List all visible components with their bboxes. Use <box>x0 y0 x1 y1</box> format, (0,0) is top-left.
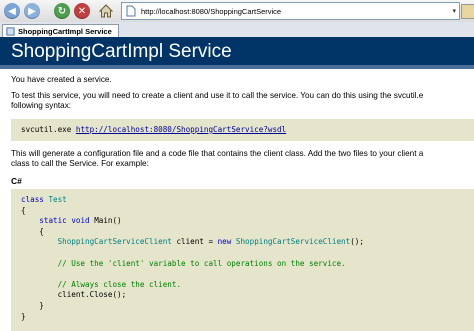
code-line: Main() <box>94 216 122 226</box>
tab-active[interactable]: ShoppingCartImpl Service <box>2 24 119 38</box>
test-instructions-line2: following syntax: <box>11 101 72 110</box>
intro-text: You have created a service. <box>11 75 112 84</box>
page-title: ShoppingCartImpl Service <box>11 41 232 62</box>
code-type: ShoppingCartServiceClient <box>235 237 351 247</box>
code-box: class Test { static void Main() { Shoppi… <box>11 189 474 331</box>
code-line: } <box>39 300 44 310</box>
url-text[interactable]: http://localhost:8080/ShoppingCartServic… <box>141 7 452 16</box>
code-line: client.Close(); <box>57 290 127 300</box>
command-line: svcutil.exe http://localhost:8080/Shoppi… <box>21 125 286 134</box>
code-keyword: new <box>217 237 232 247</box>
code-comment: // Use the 'client' variable to call ope… <box>57 258 346 268</box>
page-icon <box>6 27 15 36</box>
test-instructions: To test this service, you will need to c… <box>11 91 423 111</box>
page-icon <box>125 5 137 17</box>
code-line: (); <box>350 237 364 247</box>
stop-icon[interactable]: ✕ <box>74 3 90 19</box>
code-sample: class Test { static void Main() { Shoppi… <box>21 195 364 322</box>
browser-toolbar: ◀ ▶ ↻ ✕ http://localhost:8080/ShoppingCa… <box>0 0 474 23</box>
code-type: Test <box>48 195 67 204</box>
code-keyword: static <box>39 216 67 226</box>
code-line: { <box>21 205 26 215</box>
language-label: C# <box>11 176 22 186</box>
command-box: svcutil.exe http://localhost:8080/Shoppi… <box>11 119 474 141</box>
generate-instructions-line1: This will generate a configuration file … <box>11 149 424 158</box>
refresh-icon[interactable]: ↻ <box>54 3 70 19</box>
chevron-down-icon[interactable]: ▾ <box>452 7 459 15</box>
test-instructions-line1: To test this service, you will need to c… <box>11 91 424 100</box>
code-keyword: class <box>21 195 44 204</box>
generate-instructions: This will generate a configuration file … <box>11 149 423 169</box>
code-comment: // Always close the client. <box>57 279 182 289</box>
code-keyword: void <box>71 216 90 226</box>
generate-instructions-line2: class to call the Service. For example: <box>11 159 149 168</box>
code-line: client = <box>176 237 214 247</box>
page-header: ShoppingCartImpl Service <box>0 37 474 69</box>
code-line: } <box>21 311 26 321</box>
home-icon[interactable] <box>98 3 114 19</box>
forward-arrow-icon[interactable]: ▶ <box>24 3 40 19</box>
tab-label: ShoppingCartImpl Service <box>18 27 112 36</box>
code-type: ShoppingCartServiceClient <box>57 237 172 247</box>
code-line: { <box>39 226 44 236</box>
wsdl-link[interactable]: http://localhost:8080/ShoppingCartServic… <box>76 125 286 134</box>
feed-icon[interactable] <box>461 4 474 19</box>
command-prefix: svcutil.exe <box>21 125 72 134</box>
tab-bar: ShoppingCartImpl Service <box>0 22 474 38</box>
back-arrow-icon[interactable]: ◀ <box>4 3 20 19</box>
address-bar[interactable]: http://localhost:8080/ShoppingCartServic… <box>121 2 460 20</box>
